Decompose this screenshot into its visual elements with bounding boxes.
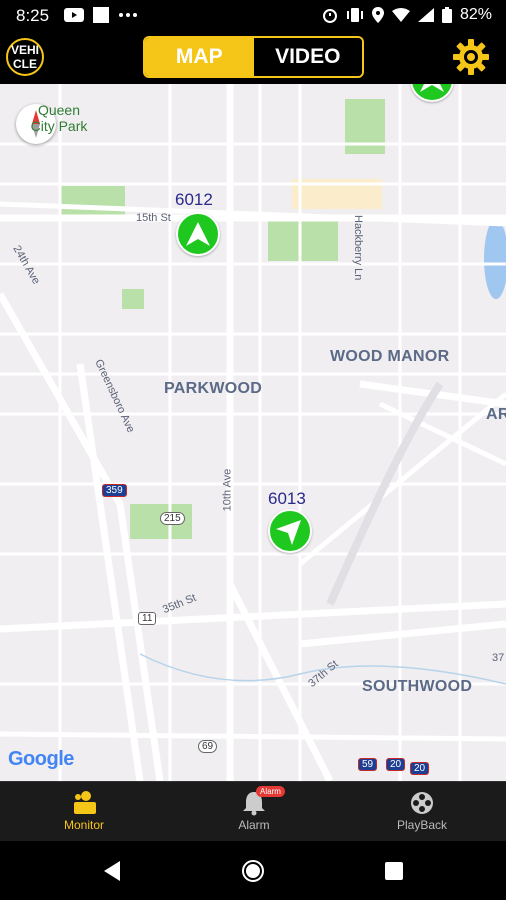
route-shield: 11 — [138, 612, 157, 625]
nav-monitor[interactable]: Monitor — [24, 790, 144, 832]
vehicle-label: 6013 — [268, 489, 306, 508]
place-label: WOOD MANOR — [330, 348, 450, 365]
settings-button[interactable] — [452, 38, 490, 76]
direction-arrow-icon — [186, 222, 210, 246]
google-logo: Google — [8, 748, 74, 770]
bell-icon: Alarm — [240, 786, 285, 816]
street-label: 10th Ave — [221, 468, 234, 512]
vehicle-marker[interactable] — [410, 84, 454, 102]
place-label: SOUTHWOOD — [362, 678, 473, 695]
bottom-nav: Monitor Alarm Alarm PlayBack — [0, 781, 506, 842]
route-shield: 215 — [160, 512, 185, 525]
nav-playback[interactable]: PlayBack — [362, 790, 482, 832]
system-nav-bar — [0, 841, 506, 900]
street-label: Hackberry Ln — [352, 215, 364, 281]
alarm-clock-icon — [322, 9, 337, 23]
park-label: Queen City Park — [30, 102, 88, 134]
status-time: 8:25 — [16, 6, 50, 25]
recents-icon[interactable] — [384, 861, 404, 881]
nav-playback-label: PlayBack — [396, 818, 448, 832]
gear-icon — [453, 39, 489, 75]
map-view[interactable]: Queen City Park 15th St 24th Ave Greensb… — [0, 84, 506, 781]
place-label: PARKWOOD — [164, 380, 263, 397]
route-shield: 20 — [410, 762, 430, 775]
route-shield: 59 — [358, 758, 378, 771]
tab-map[interactable]: MAP — [145, 38, 254, 76]
place-label: AR — [486, 406, 506, 423]
alarm-badge: Alarm — [256, 786, 285, 797]
status-bar: 8:25 82% — [0, 0, 506, 32]
vehicle-marker[interactable] — [268, 509, 312, 553]
vehicle-label: 6012 — [175, 190, 213, 209]
film-reel-icon — [408, 790, 436, 816]
vehicle-button[interactable]: VEHICLE — [6, 38, 44, 76]
battery-percent: 82% — [459, 6, 492, 23]
route-shield: 69 — [198, 740, 218, 753]
route-shield: 359 — [102, 484, 127, 497]
nav-monitor-label: Monitor — [63, 818, 104, 832]
street-label: 15th St — [136, 212, 171, 224]
direction-arrow-icon — [276, 520, 301, 545]
nav-alarm-label: Alarm — [238, 818, 270, 832]
wifi-icon — [391, 8, 410, 22]
vehicle-marker[interactable] — [176, 212, 220, 256]
signal-icon — [417, 8, 434, 22]
tab-map-label: MAP — [175, 45, 223, 68]
vibrate-icon — [346, 8, 363, 22]
tab-video[interactable]: VIDEO — [253, 38, 362, 76]
direction-arrow-icon — [420, 84, 444, 92]
map-roads — [0, 84, 506, 781]
vehicle-button-label: VEHICLE — [10, 43, 39, 71]
status-system-icons: 82% — [322, 6, 492, 24]
view-toggle: MAP VIDEO — [143, 36, 364, 78]
home-icon[interactable] — [241, 859, 265, 883]
edge-number: 37 — [492, 652, 505, 664]
route-shield: 20 — [386, 758, 406, 771]
battery-icon — [441, 7, 452, 23]
status-notification-icons — [64, 6, 138, 24]
dots-icon — [119, 13, 137, 17]
youtube-icon — [64, 8, 84, 22]
app-bar: VEHICLE MAP VIDEO — [0, 32, 506, 84]
nav-alarm[interactable]: Alarm Alarm — [194, 786, 314, 832]
location-icon — [371, 7, 384, 23]
monitor-icon — [70, 790, 98, 816]
tab-video-label: VIDEO — [275, 45, 341, 68]
back-icon[interactable] — [102, 860, 122, 882]
square-icon — [93, 7, 109, 23]
